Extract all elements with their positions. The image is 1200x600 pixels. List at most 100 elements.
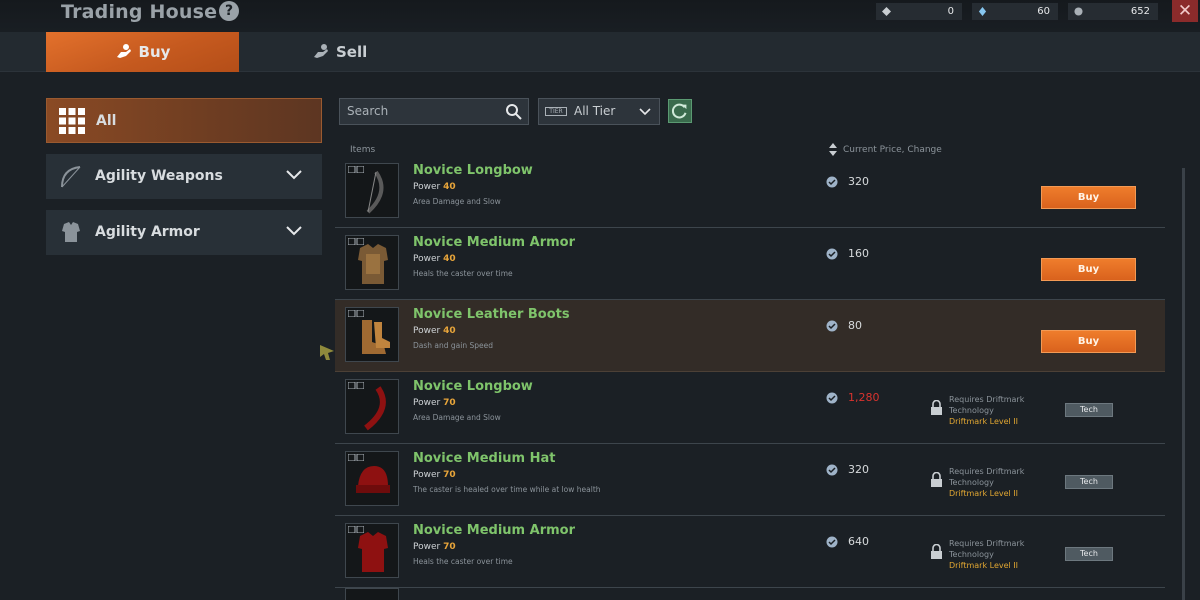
item-thumbnail bbox=[345, 451, 399, 506]
tech-button[interactable]: Tech bbox=[1065, 547, 1113, 561]
search-icon[interactable] bbox=[505, 103, 522, 120]
grid-icon bbox=[59, 108, 85, 134]
item-thumbnail bbox=[345, 523, 399, 578]
sidebar-item-label: Agility Armor bbox=[95, 224, 200, 240]
item-price: 160 bbox=[848, 247, 869, 260]
buy-hand-icon bbox=[116, 44, 131, 58]
power-value: 40 bbox=[443, 326, 456, 336]
requirement-line: Technology bbox=[949, 550, 994, 559]
tier-select-value: All Tier bbox=[574, 104, 616, 118]
quality-icon bbox=[348, 382, 364, 389]
power-value: 70 bbox=[443, 398, 456, 408]
item-description: Heals the caster over time bbox=[413, 557, 513, 566]
sidebar-item-agility-armor[interactable]: Agility Armor bbox=[46, 210, 322, 255]
currency-crystal-value: 0 bbox=[947, 6, 954, 17]
requirement-text: Requires Driftmark Technology bbox=[949, 394, 1024, 416]
refresh-icon bbox=[671, 103, 687, 119]
table-row[interactable]: Novice Leather Boots Power 40 Dash and g… bbox=[335, 300, 1165, 372]
column-header-price: Current Price, Change bbox=[843, 145, 942, 155]
tech-button[interactable]: Tech bbox=[1065, 475, 1113, 489]
sidebar-item-label: All bbox=[96, 113, 117, 129]
power-label: Power bbox=[413, 470, 441, 480]
sidebar-item-all[interactable]: All bbox=[46, 98, 322, 143]
close-icon: ✕ bbox=[1177, 1, 1193, 21]
item-thumbnail bbox=[345, 163, 399, 218]
scrollbar[interactable] bbox=[1182, 168, 1185, 600]
item-power: Power 70 bbox=[413, 470, 456, 480]
item-price: 1,280 bbox=[848, 391, 880, 404]
tier-icon: TIER bbox=[545, 107, 567, 116]
buy-button[interactable]: Buy bbox=[1041, 258, 1136, 281]
item-power: Power 70 bbox=[413, 398, 456, 408]
requirement-level: Driftmark Level II bbox=[949, 417, 1019, 426]
requirement-level: Driftmark Level II bbox=[949, 489, 1019, 498]
search-placeholder: Search bbox=[347, 104, 389, 118]
coin-icon bbox=[826, 176, 838, 188]
search-input[interactable]: Search bbox=[339, 98, 529, 125]
buy-button[interactable]: Buy bbox=[1041, 330, 1136, 353]
quality-icon bbox=[348, 526, 364, 533]
power-label: Power bbox=[413, 326, 441, 336]
requirement-level: Driftmark Level II bbox=[949, 561, 1019, 570]
tech-button[interactable]: Tech bbox=[1065, 403, 1113, 417]
power-value: 70 bbox=[443, 470, 456, 480]
table-row[interactable]: Novice Medium Armor Power 40 Heals the c… bbox=[335, 228, 1165, 300]
item-description: Area Damage and Slow bbox=[413, 197, 501, 206]
power-value: 70 bbox=[443, 542, 456, 552]
lock-icon bbox=[931, 400, 942, 415]
top-bar: Trading House ? 0 60 652 ✕ bbox=[0, 0, 1200, 32]
item-power: Power 40 bbox=[413, 326, 456, 336]
item-power: Power 40 bbox=[413, 182, 456, 192]
help-icon[interactable]: ? bbox=[219, 1, 239, 21]
requirement-line: Technology bbox=[949, 406, 994, 415]
cursor-icon bbox=[320, 345, 334, 360]
sort-icon[interactable] bbox=[829, 143, 837, 156]
tab-buy-label: Buy bbox=[138, 43, 171, 61]
item-price: 320 bbox=[848, 175, 869, 188]
currency-coin-value: 652 bbox=[1130, 6, 1150, 17]
bow-icon bbox=[61, 166, 81, 188]
item-description: Heals the caster over time bbox=[413, 269, 513, 278]
item-price: 320 bbox=[848, 463, 869, 476]
lock-icon bbox=[931, 544, 942, 559]
chevron-down-icon bbox=[639, 108, 651, 116]
close-button[interactable]: ✕ bbox=[1172, 0, 1198, 22]
sell-hand-icon bbox=[314, 44, 328, 58]
tier-select[interactable]: TIER All Tier bbox=[538, 98, 660, 125]
armor-icon bbox=[62, 222, 80, 242]
power-label: Power bbox=[413, 254, 441, 264]
coin-icon bbox=[826, 392, 838, 404]
item-power: Power 40 bbox=[413, 254, 456, 264]
lock-icon bbox=[931, 472, 942, 487]
coin-icon bbox=[826, 320, 838, 332]
tab-sell[interactable]: Sell bbox=[312, 32, 432, 72]
item-description: Dash and gain Speed bbox=[413, 341, 493, 350]
item-power: Power 70 bbox=[413, 542, 456, 552]
currency-diamond: 60 bbox=[972, 3, 1058, 20]
table-row[interactable]: Novice Medium Armor Power 70 Heals the c… bbox=[335, 516, 1165, 588]
item-name: Novice Medium Hat bbox=[413, 451, 556, 466]
requirement-line: Requires Driftmark bbox=[949, 539, 1025, 548]
item-name: Novice Longbow bbox=[413, 163, 533, 178]
buy-button[interactable]: Buy bbox=[1041, 186, 1136, 209]
requirement-text: Requires Driftmark Technology bbox=[949, 466, 1024, 488]
chevron-down-icon bbox=[286, 170, 302, 180]
tab-sell-label: Sell bbox=[336, 43, 368, 61]
item-name: Novice Medium Armor bbox=[413, 523, 575, 538]
refresh-button[interactable] bbox=[668, 99, 692, 123]
tab-buy[interactable]: Buy bbox=[46, 32, 239, 72]
column-header-items: Items bbox=[350, 145, 376, 155]
coin-icon bbox=[826, 536, 838, 548]
item-description: Area Damage and Slow bbox=[413, 413, 501, 422]
chevron-down-icon bbox=[286, 226, 302, 236]
item-thumbnail bbox=[345, 307, 399, 362]
quality-icon bbox=[348, 166, 364, 173]
table-row[interactable]: Novice Longbow Power 40 Area Damage and … bbox=[335, 156, 1165, 228]
power-value: 40 bbox=[443, 182, 456, 192]
table-row[interactable]: Novice Longbow Power 70 Area Damage and … bbox=[335, 372, 1165, 444]
currency-coin: 652 bbox=[1068, 3, 1158, 20]
power-label: Power bbox=[413, 542, 441, 552]
coin-icon bbox=[826, 248, 838, 260]
table-row[interactable]: Novice Medium Hat Power 70 The caster is… bbox=[335, 444, 1165, 516]
sidebar-item-agility-weapons[interactable]: Agility Weapons bbox=[46, 154, 322, 199]
